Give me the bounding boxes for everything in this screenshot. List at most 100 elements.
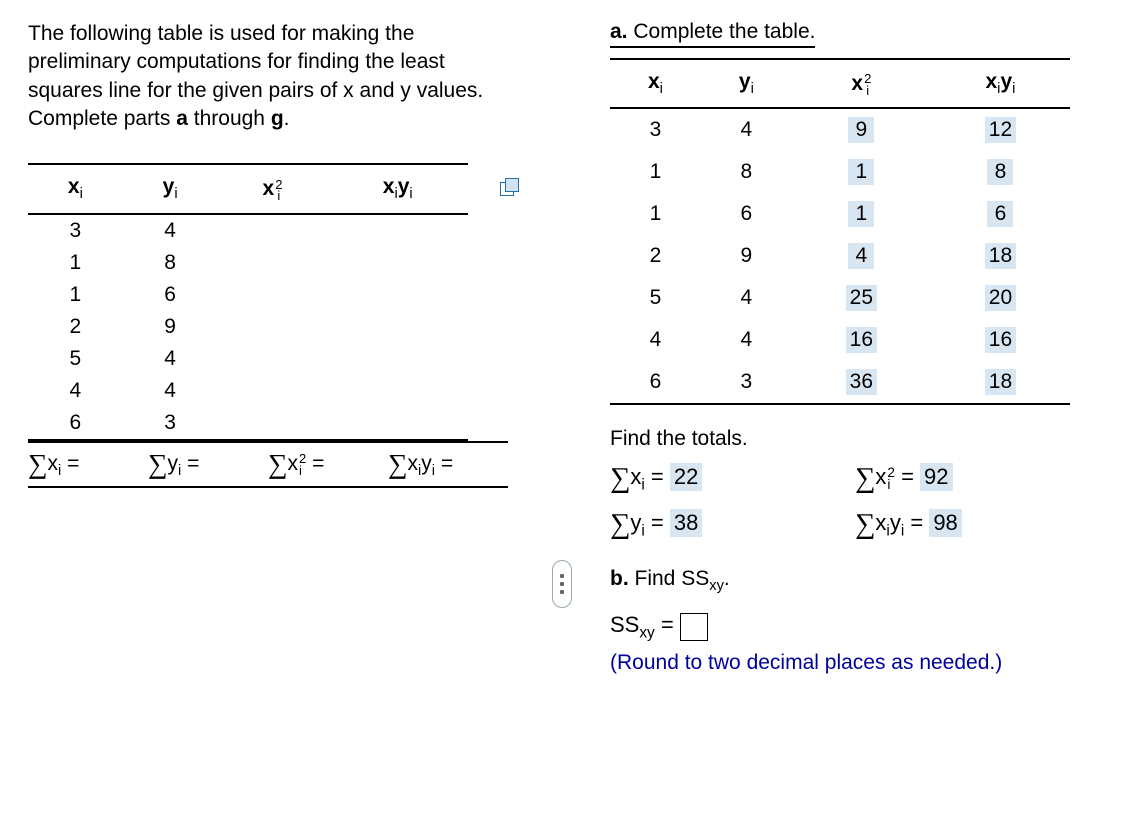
table-row: 16 — [28, 279, 468, 311]
table-row: 63 36 18 — [610, 361, 1070, 404]
cell-x: 1 — [28, 279, 123, 311]
part-b-end: . — [724, 567, 730, 590]
col-header-yi: yi — [701, 59, 792, 108]
sigma-icon: ∑ — [610, 463, 630, 494]
answer-value: 22 — [670, 463, 702, 491]
answer-value: 98 — [929, 509, 961, 537]
cell-y: 4 — [123, 343, 218, 375]
right-panel: a. Complete the table. xi yi x2i xiyi 34… — [610, 20, 1100, 676]
cell-y: 4 — [701, 277, 792, 319]
total-sum-yi: ∑yi = 38 — [610, 509, 855, 541]
sigma-icon: ∑ — [610, 509, 630, 540]
cell-y: 3 — [701, 361, 792, 404]
answer-value: 9 — [848, 117, 874, 143]
part-b-heading: b. Find SSxy. — [610, 567, 1100, 594]
cell-y: 9 — [123, 311, 218, 343]
cell-x2: 9 — [792, 108, 931, 151]
cell-x: 5 — [28, 343, 123, 375]
answer-value: 1 — [848, 201, 874, 227]
answer-value: 16 — [846, 327, 877, 353]
total-sum-xi: ∑xi = 22 — [610, 463, 855, 495]
answer-value: 20 — [985, 285, 1016, 311]
cell-x: 1 — [28, 247, 123, 279]
table-row: 63 — [28, 407, 468, 440]
cell-x: 3 — [28, 214, 123, 247]
prompt-text-2: through — [188, 107, 271, 130]
table-row: 44 — [28, 375, 468, 407]
table-row: 54 — [28, 343, 468, 375]
table-row: 29418 — [610, 235, 1070, 277]
cell-x: 2 — [610, 235, 701, 277]
answer-value: 4 — [848, 243, 874, 269]
panel-divider-handle[interactable] — [552, 560, 572, 608]
prompt-bold-a: a — [176, 107, 188, 130]
cell-y: 4 — [123, 214, 218, 247]
find-totals-text: Find the totals. — [610, 427, 1100, 451]
cell-y: 8 — [123, 247, 218, 279]
table-row: 29 — [28, 311, 468, 343]
cell-y: 6 — [123, 279, 218, 311]
xi2-supsub: 2i — [275, 179, 282, 202]
col-header-xiyi: xiyi — [931, 59, 1070, 108]
part-b-sub: xy — [709, 578, 724, 594]
popout-icon[interactable] — [500, 178, 518, 194]
xiyi-x: x — [383, 175, 395, 198]
part-b-text: Find SS — [629, 567, 710, 590]
sigma-icon: ∑ — [28, 449, 47, 479]
col-header-xi2: x2i — [217, 164, 327, 213]
yi-sub: i — [174, 187, 177, 203]
cell-x: 4 — [610, 319, 701, 361]
col-header-xi: xi — [610, 59, 701, 108]
cell-y: 3 — [123, 407, 218, 440]
yi-base: y — [163, 175, 175, 198]
total-sum-xi2: ∑x2i = 92 — [855, 463, 1100, 495]
col-header-yi: yi — [123, 164, 218, 213]
cell-x: 6 — [28, 407, 123, 440]
xi2-base: x — [263, 177, 275, 200]
cell-y: 4 — [123, 375, 218, 407]
left-sums-row: ∑xi = ∑yi = ∑x2i = ∑xiyi = — [28, 441, 508, 488]
eq: = — [187, 452, 199, 475]
table-row: 34912 — [610, 108, 1070, 151]
answer-value: 18 — [985, 369, 1016, 395]
ssxy-label: SS — [610, 612, 639, 637]
total-sum-xiyi: ∑xiyi = 98 — [855, 509, 1100, 541]
left-data-table: xi yi x2i xiyi 34 18 16 29 54 44 63 — [28, 163, 468, 440]
xi-base: x — [68, 175, 80, 198]
cell-x: 1 — [610, 193, 701, 235]
answer-value: 36 — [846, 369, 877, 395]
col-header-xi: xi — [28, 164, 123, 213]
right-data-table: xi yi x2i xiyi 34912 1818 1616 29418 542… — [610, 58, 1070, 405]
eq: = — [312, 452, 324, 475]
answer-value: 92 — [920, 463, 952, 491]
eq: = — [441, 452, 453, 475]
problem-prompt: The following table is used for making t… — [28, 20, 508, 133]
table-row: 441616 — [610, 319, 1070, 361]
sigma-icon: ∑ — [855, 463, 875, 494]
ssxy-sub: xy — [639, 625, 654, 642]
cell-y: 4 — [701, 108, 792, 151]
cell-x: 4 — [28, 375, 123, 407]
col-header-xi2: x2i — [792, 59, 931, 108]
xiyi-yi-sub: i — [409, 187, 412, 203]
answer-value: 18 — [985, 243, 1016, 269]
answer-value: 6 — [987, 201, 1013, 227]
cell-x: 2 — [28, 311, 123, 343]
table-row: 1616 — [610, 193, 1070, 235]
ssxy-input[interactable] — [680, 613, 708, 641]
table-row: 18 — [28, 247, 468, 279]
sum-xi: ∑xi = — [28, 449, 148, 480]
sum-yi: ∑yi = — [148, 449, 268, 480]
totals-grid: ∑xi = 22 ∑x2i = 92 ∑yi = 38 ∑xiyi = 98 — [610, 463, 1100, 541]
sum-xiyi: ∑xiyi = — [388, 449, 508, 480]
answer-value: 8 — [987, 159, 1013, 185]
answer-value: 25 — [846, 285, 877, 311]
cell-xy: 12 — [931, 108, 1070, 151]
cell-y: 6 — [701, 193, 792, 235]
cell-x: 6 — [610, 361, 701, 404]
prompt-text-3: . — [284, 107, 290, 130]
xiyi-y: y — [398, 175, 410, 198]
answer-value: 16 — [985, 327, 1016, 353]
cell-x2 — [217, 214, 327, 247]
table-row: 34 — [28, 214, 468, 247]
